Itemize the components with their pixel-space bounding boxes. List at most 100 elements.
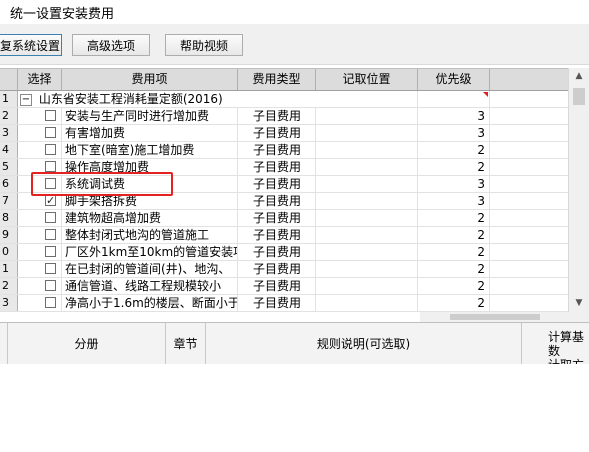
scroll-down-icon[interactable]: ▼ [569, 295, 589, 312]
table-row[interactable]: 2 通信管道、线路工程规模较小 子目费用 2 [0, 278, 568, 295]
table-row[interactable]: 0 厂区外1km至10km的管道安装项 子目费用 2 [0, 244, 568, 261]
priority-cell[interactable]: 2 [418, 210, 490, 226]
table-row[interactable]: 2 安装与生产同时进行增加费 子目费用 3 [0, 108, 568, 125]
table-row[interactable]: 8 建筑物超高增加费 子目费用 2 [0, 210, 568, 227]
fee-item-cell[interactable]: 在已封闭的管道间(井)、地沟、 [62, 261, 238, 277]
row-number: 6 [0, 176, 18, 192]
priority-cell[interactable]: 2 [418, 159, 490, 175]
fee-type-column-header[interactable]: 费用类型 [238, 69, 316, 90]
table-row[interactable]: 4 地下室(暗室)施工增加费 子目费用 2 [0, 142, 568, 159]
advanced-options-button[interactable]: 高级选项 [72, 34, 150, 56]
priority-cell[interactable]: 3 [418, 108, 490, 124]
fee-type-cell[interactable]: 子目费用 [238, 227, 316, 243]
priority-cell[interactable]: 2 [418, 261, 490, 277]
window-title: 统一设置安装费用 [10, 7, 115, 22]
priority-cell [418, 91, 490, 107]
position-cell[interactable] [316, 125, 418, 141]
fee-item-cell[interactable]: 建筑物超高增加费 [62, 210, 238, 226]
fee-item-cell[interactable]: 净高小于1.6m的楼层、断面小于 [62, 295, 238, 311]
row-checkbox[interactable] [45, 193, 56, 209]
fee-item-cell[interactable]: 地下室(暗室)施工增加费 [62, 142, 238, 158]
group-label: 山东省安装工程消耗量定额(2016) [38, 92, 223, 106]
row-checkbox[interactable] [45, 161, 56, 172]
fee-type-cell[interactable]: 子目费用 [238, 142, 316, 158]
row-checkbox[interactable] [45, 263, 56, 274]
priority-cell[interactable]: 2 [418, 278, 490, 294]
table-row[interactable]: 9 整体封闭式地沟的管道施工 子目费用 2 [0, 227, 568, 244]
fee-type-cell[interactable]: 子目费用 [238, 125, 316, 141]
row-checkbox[interactable] [45, 144, 56, 155]
priority-cell[interactable]: 2 [418, 244, 490, 260]
scroll-thumb[interactable] [573, 88, 585, 105]
fee-item-column-header[interactable]: 费用项 [62, 69, 238, 90]
position-cell[interactable] [316, 227, 418, 243]
select-cell[interactable] [18, 210, 62, 226]
position-cell[interactable] [316, 159, 418, 175]
row-checkbox[interactable] [45, 127, 56, 138]
collapse-toggle-icon[interactable]: − [20, 93, 32, 106]
position-cell[interactable] [316, 261, 418, 277]
position-cell[interactable] [316, 176, 418, 192]
fee-item-cell[interactable]: 安装与生产同时进行增加费 [62, 108, 238, 124]
fee-type-cell[interactable]: 子目费用 [238, 176, 316, 192]
select-cell[interactable] [18, 142, 62, 158]
fee-type-cell[interactable]: 子目费用 [238, 108, 316, 124]
fee-item-cell[interactable]: 有害增加费 [62, 125, 238, 141]
scroll-up-icon[interactable]: ▲ [569, 68, 589, 85]
position-cell[interactable] [316, 142, 418, 158]
position-cell[interactable] [316, 210, 418, 226]
category-column-header[interactable]: 分册 [8, 323, 166, 365]
priority-cell[interactable]: 2 [418, 295, 490, 311]
select-column-header[interactable]: 选择 [18, 69, 62, 90]
fee-type-cell[interactable]: 子目费用 [238, 210, 316, 226]
fee-item-cell[interactable]: 整体封闭式地沟的管道施工 [62, 227, 238, 243]
help-video-button[interactable]: 帮助视频 [165, 34, 243, 56]
hscroll-thumb[interactable] [450, 314, 540, 320]
position-column-header[interactable]: 记取位置 [316, 69, 418, 90]
priority-column-header[interactable]: 优先级 [418, 69, 490, 90]
priority-cell[interactable]: 2 [418, 227, 490, 243]
position-cell[interactable] [316, 278, 418, 294]
row-checkbox[interactable] [45, 246, 56, 257]
row-checkbox[interactable] [45, 212, 56, 223]
calc-base-column-header[interactable]: 计算基数 计取方式 [522, 323, 589, 386]
position-cell[interactable] [316, 244, 418, 260]
select-cell[interactable] [18, 278, 62, 294]
table-row[interactable]: 1 在已封闭的管道间(井)、地沟、 子目费用 2 [0, 261, 568, 278]
position-cell[interactable] [316, 193, 418, 209]
priority-cell[interactable]: 3 [418, 125, 490, 141]
select-cell[interactable] [18, 108, 62, 124]
priority-cell[interactable]: 3 [418, 193, 490, 209]
select-cell[interactable] [18, 227, 62, 243]
row-checkbox[interactable] [45, 110, 56, 121]
fee-type-cell[interactable]: 子目费用 [238, 244, 316, 260]
chapter-column-header[interactable]: 章节 [166, 323, 206, 365]
select-cell[interactable] [18, 261, 62, 277]
select-cell[interactable] [18, 244, 62, 260]
position-cell[interactable] [316, 295, 418, 311]
fee-item-cell[interactable]: 厂区外1km至10km的管道安装项 [62, 244, 238, 260]
vertical-scrollbar[interactable]: ▲ ▼ [568, 68, 589, 312]
row-number: 2 [0, 108, 18, 124]
row-number: 4 [0, 142, 18, 158]
row-checkbox[interactable] [45, 229, 56, 240]
select-cell[interactable] [18, 295, 62, 311]
fee-type-cell[interactable]: 子目费用 [238, 193, 316, 209]
select-cell[interactable] [18, 125, 62, 141]
row-checkbox[interactable] [45, 297, 56, 308]
restore-system-settings-button[interactable]: 复系统设置 [0, 34, 62, 56]
rule-description-column-header[interactable]: 规则说明(可选取) [206, 323, 522, 365]
fee-type-cell[interactable]: 子目费用 [238, 278, 316, 294]
fee-type-cell[interactable]: 子目费用 [238, 261, 316, 277]
priority-cell[interactable]: 2 [418, 142, 490, 158]
fee-type-cell[interactable]: 子目费用 [238, 159, 316, 175]
table-row[interactable]: 3 有害增加费 子目费用 3 [0, 125, 568, 142]
spacer-column-header [490, 69, 568, 90]
fee-type-cell[interactable]: 子目费用 [238, 295, 316, 311]
row-checkbox[interactable] [45, 280, 56, 291]
position-cell[interactable] [316, 108, 418, 124]
horizontal-scrollbar[interactable] [420, 312, 589, 322]
priority-cell[interactable]: 3 [418, 176, 490, 192]
table-row[interactable]: 3 净高小于1.6m的楼层、断面小于 子目费用 2 [0, 295, 568, 312]
fee-item-cell[interactable]: 通信管道、线路工程规模较小 [62, 278, 238, 294]
